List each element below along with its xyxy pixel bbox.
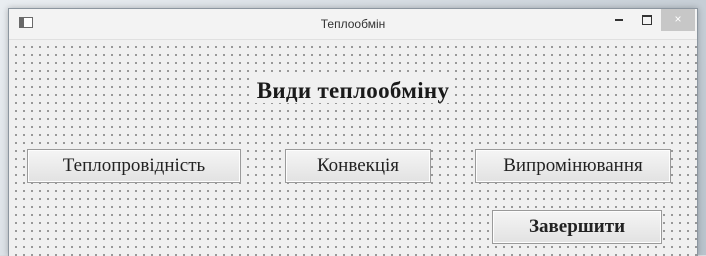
minimize-icon — [615, 18, 623, 21]
window-title: Теплообмін — [320, 17, 386, 31]
form-heading: Види теплообміну — [9, 78, 697, 104]
convection-button[interactable]: Конвекція — [285, 149, 431, 183]
maximize-icon — [642, 14, 652, 25]
title-bar[interactable]: Теплообмін × — [9, 9, 697, 40]
close-button[interactable]: × — [661, 9, 695, 31]
conduction-button[interactable]: Теплопровідність — [27, 149, 241, 183]
maximize-button[interactable] — [633, 9, 661, 31]
finish-button[interactable]: Завершити — [492, 210, 662, 244]
minimize-button[interactable] — [605, 9, 633, 31]
form-heading-text: Види теплообміну — [252, 78, 454, 103]
app-window: Теплообмін × Види теплообміну Теплопрові… — [8, 8, 698, 256]
radiation-button[interactable]: Випромінювання — [475, 149, 671, 183]
close-icon: × — [674, 12, 682, 26]
form-client-area: Види теплообміну Теплопровідність Конвек… — [9, 40, 697, 256]
